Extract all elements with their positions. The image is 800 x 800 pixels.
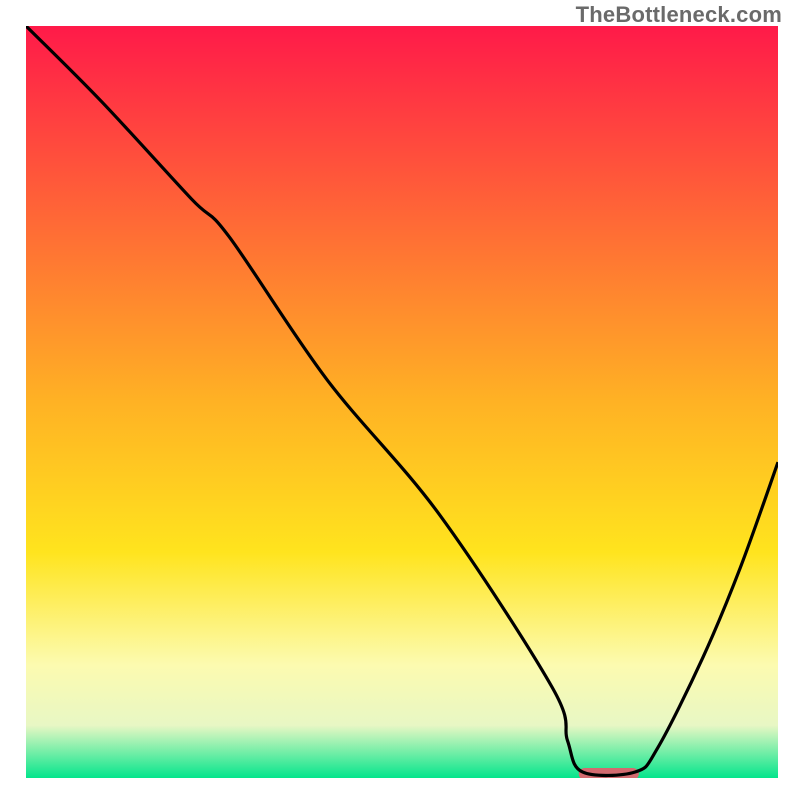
gradient-background (26, 26, 778, 778)
plot-area (26, 26, 778, 778)
chart-frame: TheBottleneck.com (0, 0, 800, 800)
bottleneck-chart (26, 26, 778, 778)
watermark-text: TheBottleneck.com (576, 2, 782, 28)
